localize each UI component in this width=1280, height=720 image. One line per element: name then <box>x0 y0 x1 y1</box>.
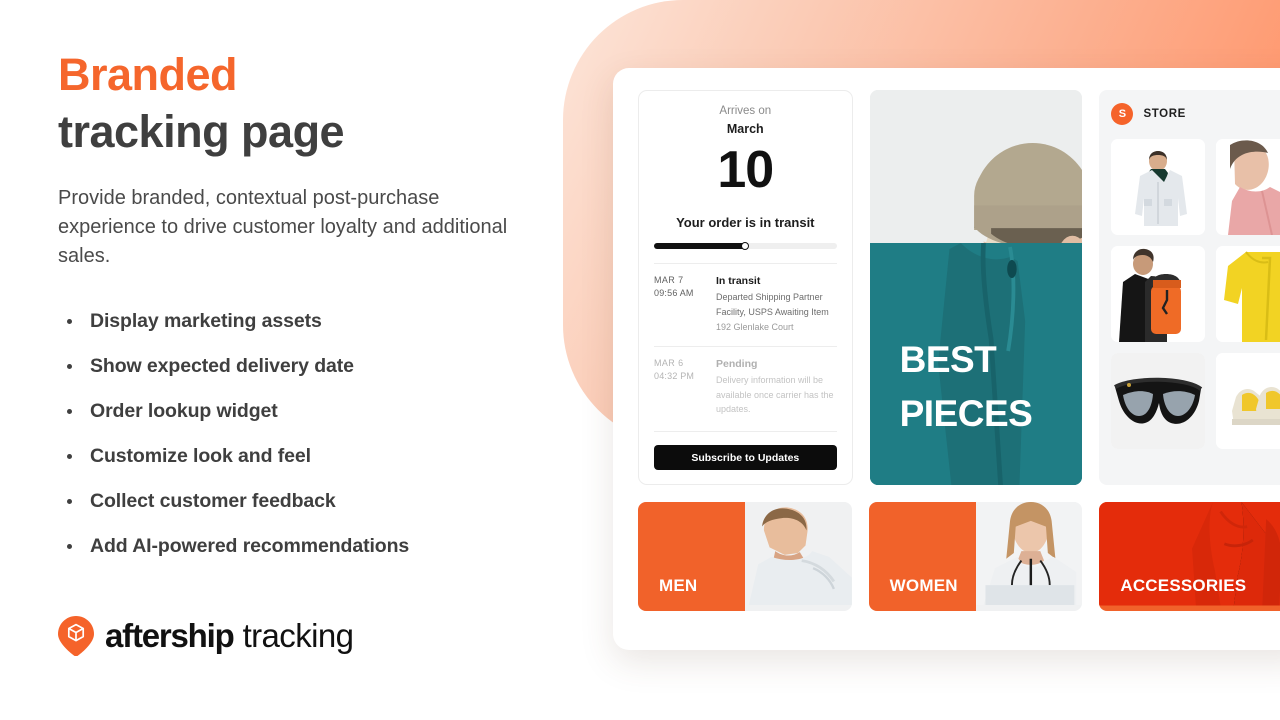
product-tile[interactable] <box>1111 246 1206 342</box>
list-item: Order lookup widget <box>58 397 558 425</box>
event-time-block: MAR 7 09:56 AM <box>654 275 716 332</box>
headline-rest: tracking page <box>58 106 345 157</box>
list-item: Collect customer feedback <box>58 487 558 515</box>
category-tile-accessories[interactable]: ACCESSORIES <box>1099 502 1280 611</box>
store-products-panel: S STORE <box>1099 90 1280 485</box>
event-description: Departed Shipping Partner Facility, USPS… <box>716 292 829 317</box>
yellow-jacket-product-photo <box>1216 246 1280 342</box>
aftership-pin-icon <box>58 616 94 656</box>
category-label: ACCESSORIES <box>1120 576 1247 595</box>
category-tile-women[interactable]: WOMEN <box>868 502 1083 611</box>
orange-backpack-product-photo <box>1111 246 1206 342</box>
page-root: Branded tracking page Provide branded, c… <box>0 0 1280 720</box>
category-label: MEN <box>659 576 698 595</box>
bullet-dot-icon <box>67 544 72 549</box>
feature-label: Add AI-powered recommendations <box>90 535 410 557</box>
event-body: Pending Delivery information will be ava… <box>716 358 837 417</box>
marketing-copy-column: Branded tracking page Provide branded, c… <box>58 46 558 686</box>
store-header: S STORE <box>1111 103 1280 125</box>
bullet-dot-icon <box>67 319 72 324</box>
logo-wordmark: aftership tracking <box>105 617 354 655</box>
bullet-dot-icon <box>67 409 72 414</box>
divider <box>654 430 837 432</box>
event-time: 04:32 PM <box>654 371 695 381</box>
progress-knob-icon <box>741 242 750 250</box>
store-name: STORE <box>1143 108 1186 120</box>
product-tile[interactable] <box>1216 139 1280 235</box>
subscribe-to-updates-button[interactable]: Subscribe to Updates <box>654 445 837 470</box>
promo-headline: BEST PIECES <box>900 333 1033 441</box>
category-tiles-row: MEN WOMEN ACCESSORIES <box>638 502 1280 611</box>
event-title: In transit <box>716 275 761 287</box>
feature-list: Display marketing assets Show expected d… <box>58 307 558 560</box>
timeline-event-pending: MAR 6 04:32 PM Pending Delivery informat… <box>654 358 837 417</box>
pink-shirt-product-photo <box>1216 139 1280 235</box>
event-body: In transit Departed Shipping Partner Fac… <box>716 275 837 332</box>
tracking-page-preview-card: Arrives on March 10 Your order is in tra… <box>613 68 1280 650</box>
event-time: 09:56 AM <box>654 288 694 298</box>
store-avatar: S <box>1111 103 1134 125</box>
divider <box>654 346 837 347</box>
divider <box>654 263 837 264</box>
bullet-dot-icon <box>67 364 72 369</box>
event-date: MAR 7 <box>654 275 684 285</box>
category-label: WOMEN <box>889 576 958 595</box>
event-time-block: MAR 6 04:32 PM <box>654 358 716 417</box>
timeline-event-active: MAR 7 09:56 AM In transit Departed Shipp… <box>654 275 837 332</box>
product-tile[interactable] <box>1111 139 1206 235</box>
product-tile[interactable] <box>1216 246 1280 342</box>
delivery-progress-bar <box>654 242 837 250</box>
event-title: Pending <box>716 358 758 370</box>
list-item: Add AI-powered recommendations <box>58 532 558 560</box>
subcopy: Provide branded, contextual post-purchas… <box>58 187 508 267</box>
arrival-month: March <box>726 122 764 136</box>
yellow-sneakers-product-photo <box>1216 353 1280 449</box>
feature-label: Customize look and feel <box>90 445 311 467</box>
preview-top-row: Arrives on March 10 Your order is in tra… <box>638 90 1280 485</box>
feature-label: Display marketing assets <box>90 310 322 332</box>
order-tracking-panel: Arrives on March 10 Your order is in tra… <box>638 90 853 485</box>
feature-label: Collect customer feedback <box>90 490 336 512</box>
headline-accent: Branded <box>58 49 238 100</box>
white-jacket-product-photo <box>1111 139 1206 235</box>
bullet-dot-icon <box>67 499 72 504</box>
order-status-text: Your order is in transit <box>676 215 815 230</box>
arrives-label: Arrives on <box>719 105 772 117</box>
aftership-logo: aftership tracking <box>58 616 354 656</box>
best-pieces-promo-banner[interactable]: BEST PIECES <box>869 90 1083 485</box>
woman-white-jacket-photo <box>975 502 1083 606</box>
feature-label: Show expected delivery date <box>90 355 354 377</box>
product-tile[interactable] <box>1216 353 1280 449</box>
bullet-dot-icon <box>67 454 72 459</box>
logo-product: tracking <box>242 617 354 654</box>
feature-label: Order lookup widget <box>90 400 278 422</box>
arrival-day: 10 <box>717 141 774 199</box>
event-location: 192 Glenlake Court <box>716 322 794 332</box>
product-grid <box>1111 139 1280 449</box>
progress-fill <box>654 243 746 249</box>
product-tile[interactable] <box>1111 353 1206 449</box>
man-white-jacket-photo <box>744 502 852 606</box>
black-sunglasses-product-photo <box>1111 353 1206 449</box>
page-title: Branded tracking page <box>58 46 558 160</box>
category-tile-men[interactable]: MEN <box>638 502 852 611</box>
event-date: MAR 6 <box>654 358 684 368</box>
promo-line-2: PIECES <box>899 393 1033 434</box>
event-description: Delivery information will be available o… <box>716 375 834 414</box>
promo-line-1: BEST <box>899 339 997 380</box>
list-item: Show expected delivery date <box>58 352 558 380</box>
list-item: Display marketing assets <box>58 307 558 335</box>
logo-brand: aftership <box>105 617 235 654</box>
list-item: Customize look and feel <box>58 442 558 470</box>
